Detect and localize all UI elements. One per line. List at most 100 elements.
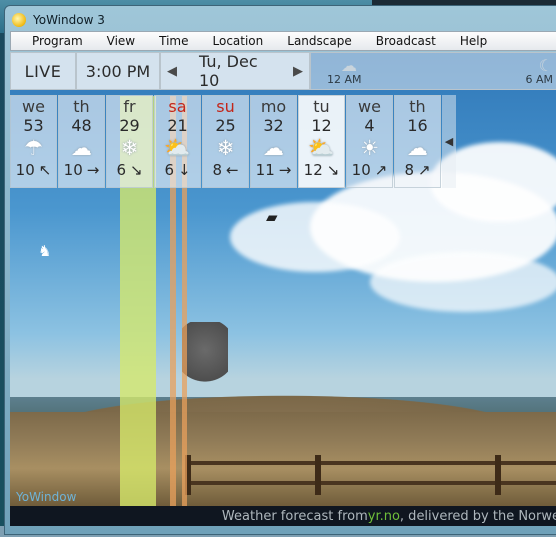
forecast-temperature: 48 [71, 116, 92, 135]
menu-location[interactable]: Location [201, 34, 276, 48]
cloud-icon: ☁ [263, 136, 284, 160]
wind-speed: 8 [404, 161, 414, 179]
cloud-shape [370, 252, 556, 312]
sun-icon: ☀ [360, 136, 379, 160]
menu-program[interactable]: Program [11, 34, 95, 48]
forecast-day-name: we [22, 97, 45, 116]
wind-speed: 10 [15, 161, 35, 179]
forecast-temperature: 21 [167, 116, 188, 135]
forecast-scroll-icon[interactable]: ◀ [442, 95, 456, 188]
timeline-label-6am: 6 AM [525, 73, 553, 86]
horse-icon: ♞ [38, 242, 52, 260]
forecast-day-0[interactable]: we 53 ☂ 10 ↖ [10, 95, 57, 188]
fence-post [495, 455, 501, 495]
wind-direction-icon: ↗ [374, 161, 388, 179]
menu-broadcast[interactable]: Broadcast [364, 34, 448, 48]
forecast-wind: 8 ← [212, 160, 238, 180]
wind-direction-icon: ← [225, 161, 239, 179]
menu-view[interactable]: View [95, 34, 147, 48]
forecast-day-4[interactable]: su 25 ❄ 8 ← [202, 95, 249, 188]
forecast-wind: 10 ↗ [352, 160, 388, 180]
snow-icon: ❄ [216, 136, 235, 160]
live-button[interactable]: LIVE [10, 52, 76, 90]
wind-direction-icon: ↗ [417, 161, 431, 179]
forecast-day-name: we [358, 97, 381, 116]
wind-speed: 6 [164, 161, 174, 179]
hourly-timeline[interactable]: ☁ ☾ 12 AM 6 AM [310, 52, 556, 90]
forecast-day-name: th [409, 97, 426, 116]
forecast-day-6[interactable]: tu 12 ⛅ 12 ↘ [298, 95, 345, 188]
yowindow-app-icon [12, 12, 26, 27]
wind-speed: 12 [303, 161, 323, 179]
menu-help[interactable]: Help [448, 34, 499, 48]
menu-bar: Program View Time Location Landscape Bro… [10, 31, 556, 51]
window-title: YoWindow 3 [33, 12, 105, 27]
partly-cloudy-icon: ⛅ [308, 136, 335, 160]
daily-forecast: we 53 ☂ 10 ↖ th 48 ☁ 10 → fr 29 ❄ 6 ↘ sa 21 ⛅ 6 ↓ su 25 ❄ 8 ← mo 3… [10, 95, 456, 188]
forecast-temperature: 53 [23, 116, 44, 135]
previous-day-icon[interactable]: ◀ [167, 64, 177, 79]
forecast-temperature: 12 [311, 116, 332, 135]
forecast-wind: 8 ↗ [404, 160, 430, 180]
wind-speed: 11 [255, 161, 275, 179]
wind-direction-icon: ↘ [326, 161, 340, 179]
forecast-day-name: tu [313, 97, 330, 116]
cow-icon: ▰ [266, 208, 278, 226]
forecast-day-name: mo [260, 97, 287, 116]
status-prefix: Weather forecast from [221, 508, 368, 524]
forecast-day-3[interactable]: sa 21 ⛅ 6 ↓ [154, 95, 201, 188]
status-bar: Weather forecast from yr.no , delivered … [10, 506, 556, 526]
yowindow-watermark: YoWindow [16, 490, 77, 504]
forecast-day-2[interactable]: fr 29 ❄ 6 ↘ [106, 95, 153, 188]
source-link[interactable]: yr.no [368, 509, 400, 524]
snow-icon: ❄ [120, 136, 139, 160]
forecast-day-name: fr [123, 97, 136, 116]
current-date: Tu, Dec 10 [199, 52, 258, 90]
landscape-view: ♞ ▰ LIVE 3:00 PM ◀ Tu, Dec 10 ▶ ☁ ☾ 12 A… [10, 52, 556, 506]
cloud-shape [230, 202, 400, 272]
forecast-temperature: 29 [119, 116, 140, 135]
forecast-wind: 6 ↘ [116, 160, 142, 180]
forecast-wind: 10 → [64, 160, 100, 180]
wind-direction-icon: → [86, 161, 100, 179]
cloud-icon: ☁ [407, 136, 428, 160]
date-selector: ◀ Tu, Dec 10 ▶ [160, 52, 310, 90]
forecast-temperature: 25 [215, 116, 236, 135]
tree [182, 322, 228, 402]
menu-landscape[interactable]: Landscape [275, 34, 363, 48]
cloud-icon: ☁ [71, 136, 92, 160]
fence-post [315, 455, 321, 495]
wind-direction-icon: → [278, 161, 292, 179]
forecast-temperature: 4 [364, 116, 375, 135]
timeline-label-midnight: 12 AM [327, 73, 362, 86]
time-controls: LIVE 3:00 PM ◀ Tu, Dec 10 ▶ ☁ ☾ 12 AM 6 … [10, 52, 556, 90]
current-time[interactable]: 3:00 PM [76, 52, 160, 90]
forecast-day-1[interactable]: th 48 ☁ 10 → [58, 95, 105, 188]
forecast-temperature: 16 [407, 116, 428, 135]
next-day-icon[interactable]: ▶ [293, 64, 303, 79]
forecast-wind: 6 ↓ [164, 160, 190, 180]
forecast-wind: 10 ↖ [16, 160, 52, 180]
forecast-wind: 12 ↘ [304, 160, 340, 180]
wind-direction-icon: ↘ [129, 161, 143, 179]
forecast-temperature: 32 [263, 116, 284, 135]
menu-time[interactable]: Time [147, 34, 200, 48]
partly-cloudy-icon: ⛅ [164, 136, 191, 160]
forecast-day-5[interactable]: mo 32 ☁ 11 → [250, 95, 297, 188]
status-suffix: , delivered by the Norwe [399, 508, 556, 524]
forecast-day-7[interactable]: we 4 ☀ 10 ↗ [346, 95, 393, 188]
forecast-day-8[interactable]: th 16 ☁ 8 ↗ [394, 95, 441, 188]
wind-speed: 10 [351, 161, 371, 179]
forecast-day-name: th [73, 97, 90, 116]
forecast-wind: 11 → [256, 160, 292, 180]
wind-speed: 10 [63, 161, 83, 179]
wind-speed: 6 [116, 161, 126, 179]
title-bar[interactable]: YoWindow 3 [5, 6, 556, 33]
wind-speed: 8 [212, 161, 222, 179]
forecast-day-name: sa [168, 97, 187, 116]
forecast-day-name: su [216, 97, 235, 116]
wind-direction-icon: ↖ [38, 161, 52, 179]
fence [185, 455, 556, 495]
rain-icon: ☂ [24, 136, 43, 160]
wind-direction-icon: ↓ [177, 161, 191, 179]
